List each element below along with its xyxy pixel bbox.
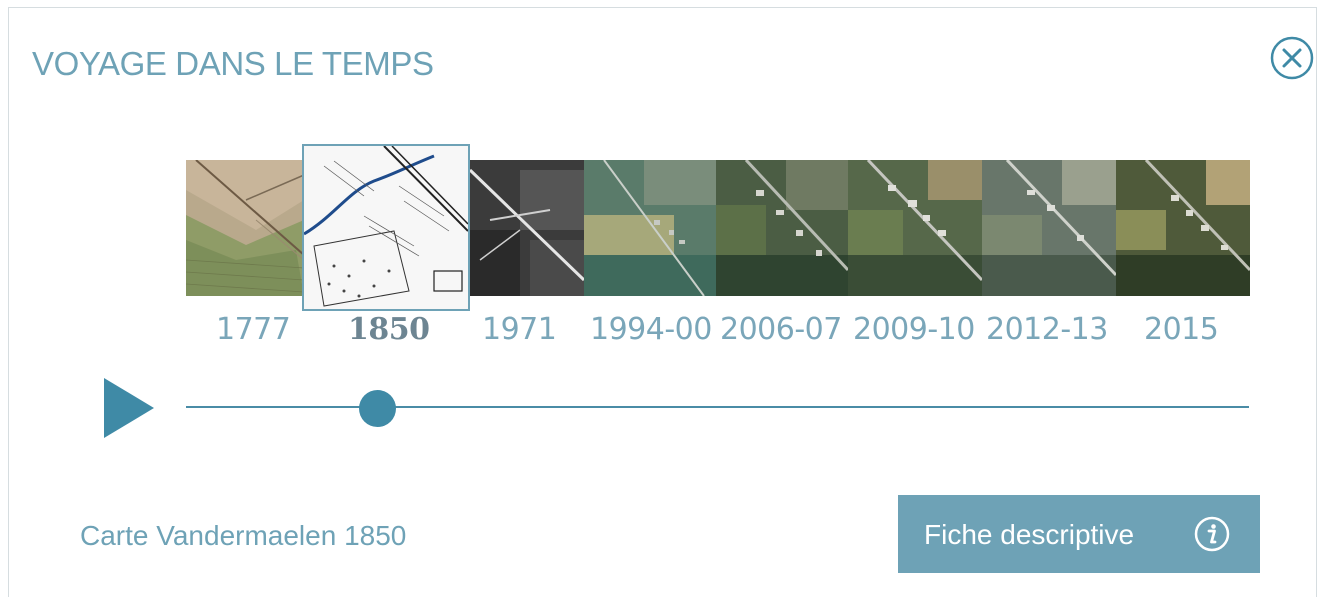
play-icon — [104, 378, 154, 438]
thumbnail-1971[interactable] — [470, 160, 584, 296]
timeline-slider-handle[interactable] — [358, 390, 396, 427]
description-sheet-label: Fiche descriptive — [924, 519, 1135, 550]
thumbnail-2006-07[interactable] — [716, 160, 848, 296]
description-sheet-button[interactable]: Fiche descriptive — [898, 495, 1260, 573]
thumbnail-2012-13[interactable] — [982, 160, 1116, 296]
year-label-2009-10[interactable]: 2009-10 — [853, 312, 975, 347]
thumbnail-1850[interactable] — [302, 144, 470, 311]
year-label-1777[interactable]: 1777 — [216, 312, 291, 347]
year-label-1850[interactable]: 1850 — [348, 312, 430, 347]
timeline-slider-track[interactable] — [186, 406, 1249, 408]
play-button[interactable] — [104, 378, 156, 438]
year-label-1971[interactable]: 1971 — [482, 312, 557, 347]
year-label-1994-00[interactable]: 1994-00 — [590, 312, 712, 347]
thumbnail-1994-00[interactable] — [584, 160, 716, 296]
thumbnail-2009-10[interactable] — [848, 160, 982, 296]
panel-title: VOYAGE DANS LE TEMPS — [32, 45, 434, 82]
map-caption: Carte Vandermaelen 1850 — [80, 520, 407, 551]
info-icon — [1194, 516, 1230, 552]
close-button[interactable] — [1270, 36, 1314, 80]
year-label-2006-07[interactable]: 2006-07 — [720, 312, 842, 347]
thumbnail-2015[interactable] — [1116, 160, 1250, 296]
close-icon — [1270, 36, 1314, 80]
map-thumbnail-strip — [186, 144, 1250, 311]
year-label-2012-13[interactable]: 2012-13 — [986, 312, 1108, 347]
year-label-2015[interactable]: 2015 — [1144, 312, 1219, 347]
thumbnail-1777[interactable] — [186, 160, 304, 296]
year-labels: 1777 1850 1971 1994-00 2006-07 2009-10 2… — [186, 312, 1250, 352]
